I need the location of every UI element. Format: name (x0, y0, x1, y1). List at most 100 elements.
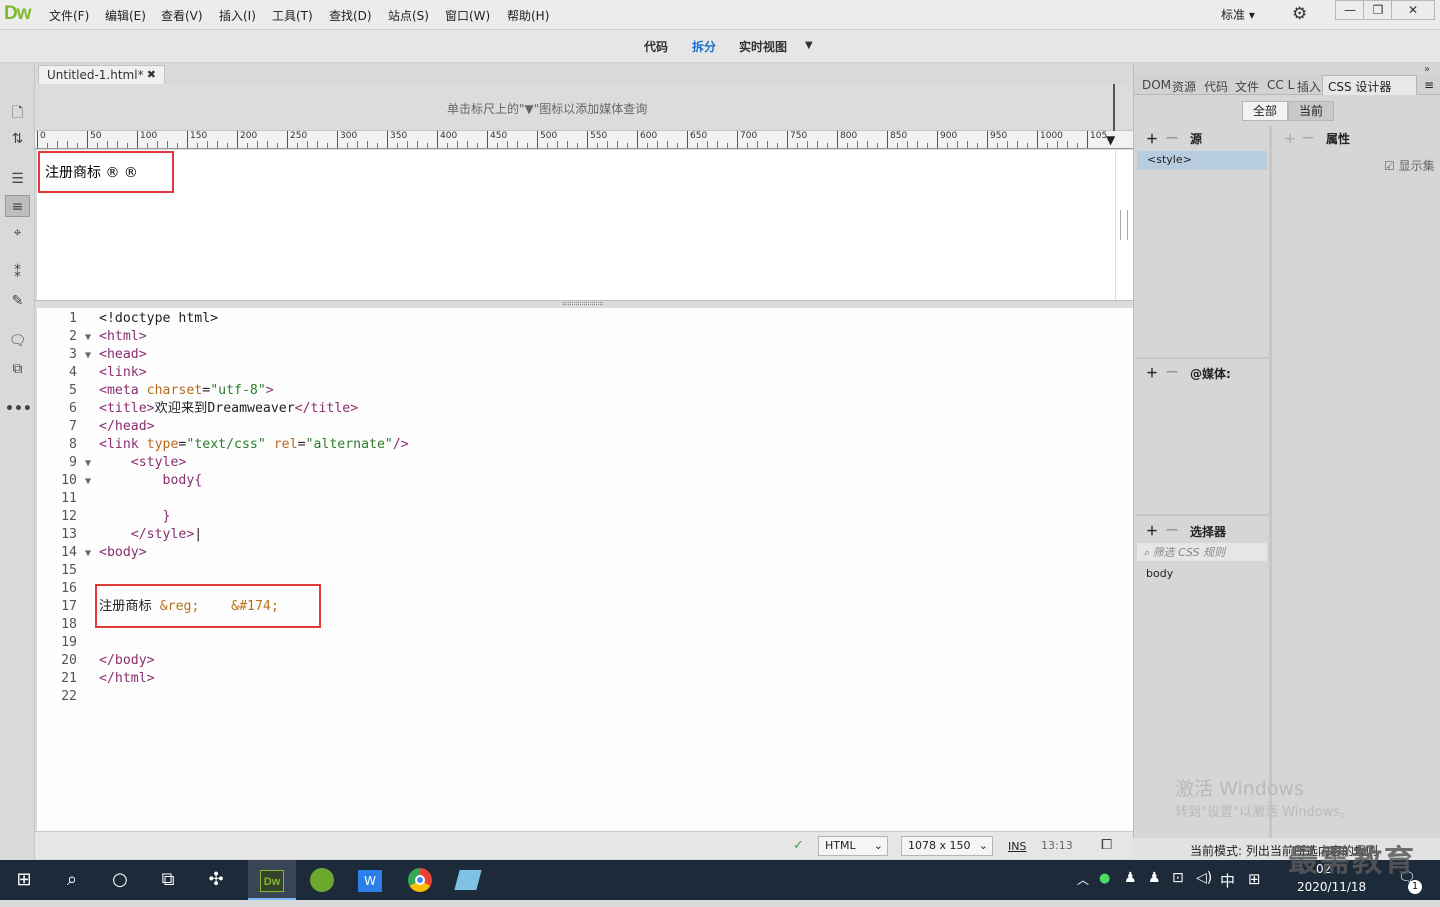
menu-item[interactable]: 站点(S) (388, 7, 429, 24)
wrap-tag-icon[interactable]: ⁑ (5, 262, 30, 284)
more-icon[interactable]: ••• (5, 398, 32, 420)
network-icon[interactable]: ⊡ (1172, 870, 1184, 886)
format-source-icon[interactable]: ≡ (5, 195, 30, 217)
menu-item[interactable]: 查看(V) (161, 7, 203, 24)
dreamweaver-taskbar-icon[interactable]: Dw (248, 860, 296, 900)
add-media-icon[interactable]: ＋ (1146, 364, 1158, 384)
code-line[interactable]: 11 (37, 490, 637, 508)
minimize-button[interactable]: — (1335, 0, 1365, 20)
code-line[interactable]: 20 </body> (37, 652, 637, 670)
ime-grid-icon[interactable]: ⊞ (1248, 870, 1261, 888)
ime-indicator[interactable]: 中 (1220, 870, 1235, 891)
sync-settings-icon[interactable]: ⚙ (1292, 4, 1307, 24)
selector-filter-input[interactable]: ⌕ 筛选 CSS 规则 (1137, 543, 1267, 561)
inspect-icon[interactable]: ⌖ (5, 222, 30, 244)
code-line[interactable]: 2 ▼ <html> (37, 328, 637, 346)
search-icon[interactable]: ⌕ (48, 860, 96, 900)
remove-selector-icon[interactable]: — (1166, 522, 1178, 542)
qq-icon[interactable]: ♟ (1148, 870, 1161, 886)
split-view-button[interactable]: 拆分 (692, 38, 716, 55)
maximize-button[interactable]: ❐ (1363, 0, 1393, 20)
collapse-icon[interactable]: » (1424, 64, 1430, 75)
comment-icon[interactable]: 🗨 (5, 330, 30, 352)
insert-mode[interactable]: INS (1008, 840, 1026, 853)
panel-tab[interactable]: 插入 (1297, 78, 1321, 95)
panel-tab[interactable]: 代码 (1204, 78, 1228, 95)
close-button[interactable]: ✕ (1391, 0, 1435, 20)
remove-source-icon[interactable]: — (1166, 130, 1178, 150)
task-view-icon[interactable]: ⧉ (144, 860, 192, 900)
ruler[interactable]: 0 50 100 150 200 250 300 350 400 450 500 550 600 650 7… (35, 131, 1133, 149)
add-property-icon[interactable]: ＋ (1284, 130, 1296, 150)
live-view-button[interactable]: 实时视图 (739, 38, 787, 55)
code-line[interactable]: 14 ▼ <body> (37, 544, 637, 562)
wechat-icon[interactable]: ● (1099, 871, 1110, 886)
live-code-icon[interactable]: ☰ (5, 168, 30, 190)
menu-item[interactable]: 插入(I) (219, 7, 256, 24)
panel-tab[interactable]: DOM (1142, 78, 1171, 92)
code-editor[interactable]: 1 <!doctype html> 2 ▼ <html> 3 ▼ <head> 4 <link> 5… (37, 308, 1133, 831)
code-line[interactable]: 8 <link type="text/css" rel="alternate"/> (37, 436, 637, 454)
code-line[interactable]: 9 ▼ <style> (37, 454, 637, 472)
language-select[interactable]: HTML ⌄ (818, 836, 888, 856)
code-line[interactable]: 13 </style>| (37, 526, 637, 544)
fold-arrow-icon[interactable]: ▼ (77, 455, 99, 473)
menu-item[interactable]: 窗口(W) (445, 7, 490, 24)
close-tab-icon[interactable]: ✖ (147, 68, 156, 81)
qq-icon[interactable]: ♟ (1124, 870, 1137, 886)
workspace-switcher[interactable]: 标准 ▾ (1221, 6, 1255, 23)
show-set-checkbox[interactable]: ☑ 显示集 (1384, 157, 1435, 174)
add-source-icon[interactable]: ＋ (1146, 130, 1158, 150)
viewport-handle-icon[interactable]: ▼ (1106, 133, 1115, 147)
pinwheel-app-icon[interactable]: ✣ (192, 860, 240, 900)
fold-arrow-icon[interactable]: ▼ (77, 473, 99, 491)
scroll-grip[interactable] (1120, 210, 1128, 240)
windows-start-icon[interactable]: ⊞ (0, 860, 48, 900)
live-view-scrollbar[interactable] (1115, 150, 1133, 300)
remove-media-icon[interactable]: — (1166, 364, 1178, 384)
code-line[interactable]: 1 <!doctype html> (37, 310, 637, 328)
code-line[interactable]: 19 (37, 634, 637, 652)
remove-property-icon[interactable]: — (1302, 130, 1314, 150)
code-line[interactable]: 5 <meta charset="utf-8"> (37, 382, 637, 400)
volume-icon[interactable]: ◁) (1196, 870, 1212, 886)
chevron-down-icon[interactable]: ▼ (805, 40, 813, 51)
code-line[interactable]: 6 <title>欢迎来到Dreamweaver</title> (37, 400, 637, 418)
clock-date[interactable]: 2020/11/18 (1297, 880, 1366, 894)
panel-menu-icon[interactable]: ≡ (1424, 78, 1434, 92)
code-line[interactable]: 15 (37, 562, 637, 580)
green-app-icon[interactable] (298, 860, 346, 900)
code-line[interactable]: 3 ▼ <head> (37, 346, 637, 364)
cortana-icon[interactable]: ○ (96, 860, 144, 900)
source-item[interactable]: <style> (1137, 151, 1267, 170)
code-line[interactable]: 21 </html> (37, 670, 637, 688)
chrome-icon[interactable] (396, 860, 444, 900)
panel-tab[interactable]: CSS 设计器 (1328, 78, 1391, 95)
fold-arrow-icon[interactable]: ▼ (77, 347, 99, 365)
fold-arrow-icon[interactable]: ▼ (77, 545, 99, 563)
window-size-select[interactable]: 1078 x 150 ⌄ (901, 836, 993, 856)
code-line[interactable]: 12 } (37, 508, 637, 526)
chevron-up-icon[interactable]: ︿ (1077, 871, 1089, 888)
open-documents-icon[interactable]: 🗋 (5, 102, 30, 124)
code-line[interactable]: 10 ▼ body{ (37, 472, 637, 490)
live-view[interactable]: 注册商标 ® ® (37, 150, 1115, 300)
apply-comment-icon[interactable]: ✎ (5, 290, 30, 312)
code-view-button[interactable]: 代码 (644, 38, 668, 55)
menu-item[interactable]: 编辑(E) (105, 7, 146, 24)
no-errors-icon[interactable]: ✓ (793, 838, 804, 853)
preview-icon[interactable]: ⧠ (1101, 837, 1112, 853)
panel-tab[interactable]: CC L (1267, 78, 1294, 92)
media-query-bar[interactable]: 单击标尺上的"▼"图标以添加媒体查询 (35, 84, 1133, 131)
panel-tab[interactable]: 文件 (1235, 78, 1259, 95)
document-tab[interactable]: Untitled-1.html* ✖ (38, 65, 165, 85)
menu-item[interactable]: 文件(F) (49, 7, 89, 24)
remove-comment-icon[interactable]: ⧉ (5, 358, 30, 380)
wps-icon[interactable]: W (346, 860, 394, 900)
file-management-icon[interactable]: ⇅ (5, 128, 30, 150)
menu-item[interactable]: 帮助(H) (507, 7, 549, 24)
add-selector-icon[interactable]: ＋ (1146, 522, 1158, 542)
all-button[interactable]: 全部 (1242, 101, 1288, 121)
notepad-icon[interactable] (444, 860, 492, 900)
code-line[interactable]: 4 <link> (37, 364, 637, 382)
